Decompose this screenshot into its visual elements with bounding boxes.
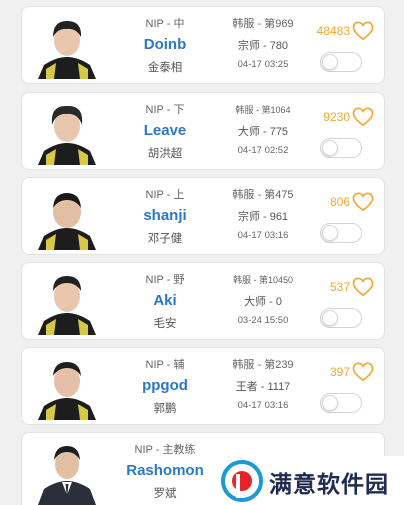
like-count: 806 <box>329 195 350 209</box>
toggle-knob <box>322 54 338 70</box>
heart-outline-icon[interactable] <box>352 277 374 297</box>
real-name: 郭鹏 <box>153 403 177 415</box>
real-name: 金泰相 <box>147 62 183 74</box>
team-role: NIP - 野 <box>145 274 185 286</box>
tier-points: 大师 - 0 <box>244 296 282 308</box>
player-avatar <box>34 13 100 79</box>
player-card: NIP - 野 Aki 毛安 韩服 - 第10450 大师 - 0 03-24 … <box>21 262 385 340</box>
team-role: NIP - 辅 <box>145 359 185 371</box>
toggle-knob <box>322 225 338 241</box>
update-time: 04-17 02:52 <box>237 145 289 156</box>
toggle-switch[interactable] <box>320 223 362 243</box>
real-name: 毛安 <box>153 318 177 330</box>
player-avatar <box>34 184 100 250</box>
tier-points: 宗师 - 961 <box>237 211 289 223</box>
watermark: 满意软件园 <box>213 456 404 505</box>
heart-outline-icon[interactable] <box>352 362 374 382</box>
update-time: 03-24 15:50 <box>237 315 289 326</box>
real-name: 罗斌 <box>153 488 177 500</box>
team-role: NIP - 主教练 <box>134 444 196 456</box>
toggle-switch[interactable] <box>320 52 362 72</box>
player-card: NIP - 上 shanji 邓子健 韩服 - 第475 宗师 - 961 04… <box>21 177 385 255</box>
player-card: NIP - 下 Leave 胡洪超 韩服 - 第1064 大师 - 775 04… <box>21 92 385 170</box>
toggle-switch[interactable] <box>320 308 362 328</box>
real-name: 邓子健 <box>147 233 183 245</box>
team-role: NIP - 下 <box>145 104 185 116</box>
heart-outline-icon[interactable] <box>352 192 374 212</box>
team-role: NIP - 上 <box>145 189 185 201</box>
tier-points: 大师 - 775 <box>237 126 289 138</box>
player-avatar <box>34 269 100 335</box>
like-count: 48483 <box>316 24 350 38</box>
player-name[interactable]: shanji <box>110 207 220 224</box>
tier-points: 王者 - 1117 <box>235 381 291 393</box>
like-count: 9230 <box>323 110 350 124</box>
update-time: 04-17 03:16 <box>237 400 289 411</box>
server-rank: 韩服 - 第239 <box>232 359 294 371</box>
player-avatar <box>34 354 100 420</box>
tier-points: 宗师 - 780 <box>237 40 289 52</box>
toggle-knob <box>322 395 338 411</box>
player-card: NIP - 中 Doinb 金泰相 韩服 - 第969 宗师 - 780 04-… <box>21 6 385 84</box>
toggle-knob <box>322 310 338 326</box>
player-name[interactable]: Rashomon <box>110 462 220 479</box>
player-name[interactable]: ppgod <box>110 377 220 394</box>
player-name[interactable]: Doinb <box>110 36 220 53</box>
toggle-switch[interactable] <box>320 138 362 158</box>
server-rank: 韩服 - 第969 <box>232 18 294 30</box>
server-rank: 韩服 - 第10450 <box>232 275 294 285</box>
update-time: 04-17 03:16 <box>237 230 289 241</box>
toggle-knob <box>322 140 338 156</box>
player-avatar <box>34 99 100 165</box>
heart-outline-icon[interactable] <box>352 21 374 41</box>
heart-outline-icon[interactable] <box>352 107 374 127</box>
team-role: NIP - 中 <box>145 18 185 30</box>
player-avatar <box>34 439 100 505</box>
watermark-logo-icon <box>221 460 263 502</box>
toggle-switch[interactable] <box>320 393 362 413</box>
update-time: 04-17 03:25 <box>237 59 289 70</box>
real-name: 胡洪超 <box>147 148 183 160</box>
watermark-text: 满意软件园 <box>269 471 389 497</box>
player-name[interactable]: Leave <box>110 122 220 139</box>
server-rank: 韩服 - 第475 <box>232 189 294 201</box>
server-rank: 韩服 - 第1064 <box>235 105 291 115</box>
like-count: 397 <box>329 365 350 379</box>
player-name[interactable]: Aki <box>110 292 220 309</box>
player-card: NIP - 辅 ppgod 郭鹏 韩服 - 第239 王者 - 1117 04-… <box>21 347 385 425</box>
like-count: 537 <box>329 280 350 294</box>
